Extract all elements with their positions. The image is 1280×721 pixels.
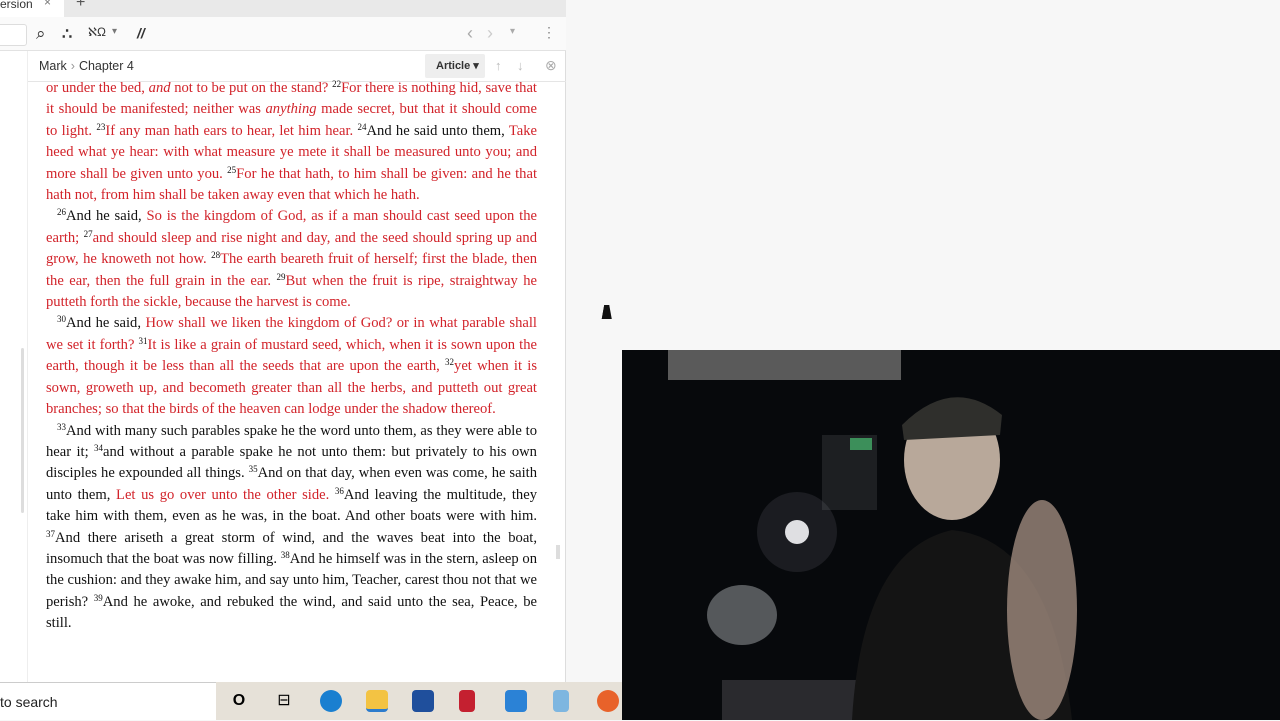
- interlinear-icon[interactable]: ℵΩ: [88, 25, 106, 39]
- cortana-icon[interactable]: O: [228, 690, 250, 712]
- task-view-icon[interactable]: ⊟: [273, 690, 295, 712]
- breadcrumb[interactable]: Mark › Chapter 4: [39, 59, 134, 73]
- scripture-paragraph: 30And he said, How shall we liken the ki…: [46, 313, 537, 420]
- verse-number: 26: [57, 207, 66, 218]
- webcam-video: [668, 350, 1077, 720]
- close-panel-icon[interactable]: ⊗: [545, 57, 557, 74]
- arrow-down-icon[interactable]: ↓: [517, 58, 524, 73]
- breadcrumb-bar: Mark › Chapter 4 Article ▾ ↑ ↓ ⊗: [28, 51, 566, 82]
- fan-object: [707, 585, 777, 645]
- verse-text: And he awoke, and rebuked the wind, and …: [46, 593, 537, 632]
- tab-close-icon[interactable]: ×: [44, 0, 51, 8]
- verse-number: 22: [332, 80, 342, 89]
- reference-input[interactable]: [0, 24, 27, 46]
- store-icon[interactable]: [412, 690, 434, 712]
- gift-app-icon[interactable]: [459, 690, 475, 712]
- cabinet-light: [668, 350, 901, 380]
- forward-icon[interactable]: ›: [487, 23, 493, 44]
- chevron-down-icon[interactable]: ▾: [112, 26, 117, 37]
- sidebar-scrollbar[interactable]: [21, 348, 24, 513]
- red-letter-text: not to be put on the stand?: [170, 80, 333, 96]
- red-letter-text: Let us go over unto the other side.: [116, 486, 335, 503]
- scripture-paragraph: 33And with many such parables spake he t…: [46, 421, 537, 635]
- verse-number: 38: [280, 549, 290, 560]
- firefox-icon[interactable]: [597, 690, 619, 712]
- person-cap: [902, 397, 1002, 440]
- verse-number: 23: [96, 121, 106, 132]
- article-dropdown[interactable]: Article ▾: [425, 54, 485, 78]
- red-letter-text: anything: [265, 101, 317, 118]
- tab-bar: ersion × +: [0, 0, 566, 17]
- back-icon[interactable]: ‹: [467, 23, 473, 44]
- tab-label: ersion: [0, 0, 33, 11]
- verse-number: 27: [83, 228, 93, 239]
- breadcrumb-separator: ›: [70, 59, 75, 73]
- person-hand: [1007, 500, 1077, 720]
- verse-number: 37: [46, 528, 55, 539]
- red-letter-text: or under the bed,: [46, 80, 149, 96]
- verse-number: 36: [334, 485, 344, 496]
- red-letter-text: If any man hath ears to hear, let him he…: [105, 122, 358, 139]
- edge-icon[interactable]: [320, 690, 342, 712]
- sidebar: [0, 51, 28, 682]
- computer-icon[interactable]: [553, 690, 569, 712]
- history-dropdown-icon[interactable]: ▾: [510, 26, 515, 37]
- breadcrumb-chapter[interactable]: Chapter 4: [79, 59, 134, 73]
- webcam-overlay: [622, 350, 1280, 720]
- verse-number: 32: [445, 357, 455, 368]
- breadcrumb-book[interactable]: Mark: [39, 59, 67, 73]
- verse-text: And he said unto them,: [366, 122, 509, 139]
- taskbar-search-box[interactable]: to search: [0, 682, 216, 720]
- verse-number: 25: [227, 164, 237, 175]
- verse-number: 34: [94, 442, 104, 453]
- bible-app-window: ersion × + ⌕ ∴ ℵΩ ▾ // ‹ › ▾ ⋮ Mark › Chapt…: [0, 0, 566, 682]
- verse-text: And he said,: [66, 315, 146, 332]
- mail-icon[interactable]: [505, 690, 527, 712]
- more-options-icon[interactable]: ⋮: [542, 24, 556, 41]
- visual-filters-icon[interactable]: ∴: [62, 24, 72, 44]
- new-tab-button[interactable]: +: [76, 0, 85, 12]
- verse-number: 31: [138, 335, 148, 346]
- scripture-paragraph: or under the bed, and not to be put on t…: [46, 80, 537, 206]
- verse-number: 29: [276, 271, 286, 282]
- verse-number: 30: [57, 314, 66, 325]
- scripture-text: or under the bed, and not to be put on t…: [46, 80, 537, 680]
- light-glow: [757, 492, 837, 572]
- file-explorer-icon[interactable]: [366, 690, 388, 712]
- arrow-up-icon[interactable]: ↑: [495, 58, 502, 73]
- tab-version[interactable]: ersion ×: [0, 0, 64, 17]
- windows-taskbar: to search O ⊟: [0, 682, 622, 720]
- phone-screen: [850, 438, 872, 450]
- verse-number: 39: [93, 592, 103, 603]
- red-letter-text: and: [148, 80, 171, 96]
- search-icon[interactable]: ⌕: [36, 24, 46, 44]
- scripture-paragraph: 26And he said, So is the kingdom of God,…: [46, 206, 537, 313]
- text-scrollbar[interactable]: [556, 545, 560, 559]
- mouse-cursor-icon: [601, 305, 615, 319]
- verse-number: 33: [57, 421, 66, 432]
- parallel-icon[interactable]: //: [137, 25, 145, 41]
- verse-number: 28: [211, 250, 221, 261]
- verse-text: And he said,: [66, 208, 147, 225]
- panel-toolbar: ⌕ ∴ ℵΩ ▾ // ‹ › ▾ ⋮: [0, 17, 566, 51]
- desk-items: [722, 680, 872, 720]
- verse-number: 35: [248, 464, 258, 475]
